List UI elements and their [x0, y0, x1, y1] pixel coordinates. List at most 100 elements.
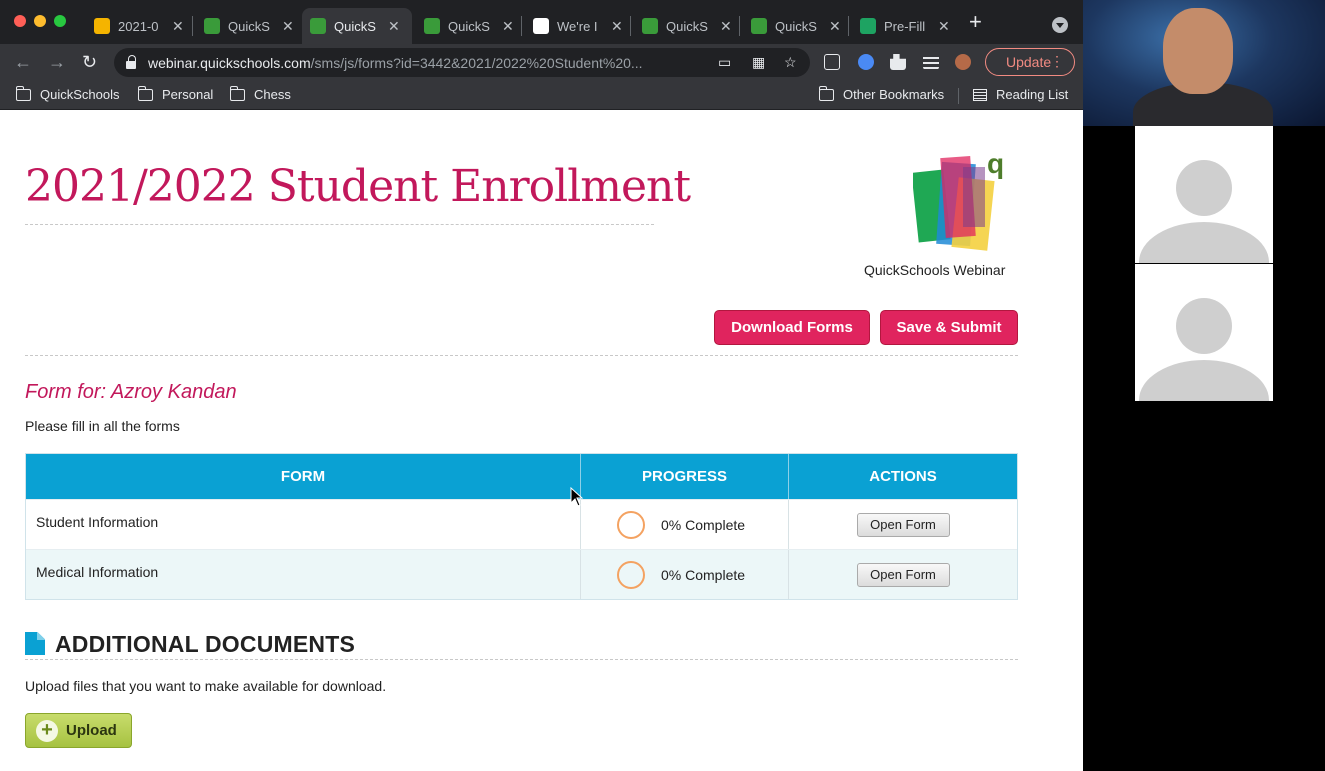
form-name-cell: Student Information	[26, 500, 581, 549]
upload-button[interactable]: + Upload	[25, 713, 132, 748]
avatar-placeholder-icon	[1176, 298, 1232, 354]
actions-cell: Open Form	[789, 500, 1017, 549]
profile-avatar[interactable]	[955, 54, 971, 70]
quickschools-favicon-icon	[204, 18, 220, 34]
participant-tile	[1135, 264, 1273, 401]
actions-cell: Open Form	[789, 550, 1017, 599]
close-tab-icon[interactable]: ✕	[172, 18, 184, 35]
divider	[25, 355, 1018, 356]
close-tab-icon[interactable]: ✕	[388, 18, 400, 35]
browser-tab[interactable]: QuickS ✕	[196, 8, 302, 44]
divider	[25, 659, 1018, 660]
browser-window: 2021-0 ✕ QuickS ✕ QuickS ✕ QuickS ✕ We'r…	[0, 0, 1083, 771]
reading-list[interactable]: Reading List	[973, 87, 1068, 102]
form-favicon-icon	[860, 18, 876, 34]
quickschools-favicon-icon	[424, 18, 440, 34]
open-form-button[interactable]: Open Form	[856, 512, 950, 537]
upload-description: Upload files that you want to make avail…	[25, 678, 387, 694]
table-header: FORM PROGRESS ACTIONS	[26, 454, 1017, 499]
maximize-window-button[interactable]	[54, 15, 66, 27]
browser-tab-active[interactable]: QuickS ✕	[302, 8, 412, 44]
presenter-face	[1163, 8, 1233, 94]
extensions-puzzle-icon[interactable]	[890, 54, 906, 70]
minimize-window-button[interactable]	[34, 15, 46, 27]
download-forms-button[interactable]: Download Forms	[714, 310, 870, 345]
close-tab-icon[interactable]: ✕	[720, 18, 732, 35]
reload-icon[interactable]: ↻	[82, 52, 97, 72]
bookmarks-bar: QuickSchools Personal Chess Other Bookma…	[0, 80, 1083, 110]
progress-ring-icon	[617, 560, 645, 589]
progress-text: 0% Complete	[661, 566, 746, 583]
instructions-text: Please fill in all the forms	[25, 418, 180, 434]
form-for-heading: Form for: Azroy Kandan	[25, 381, 237, 403]
folder-icon	[230, 85, 245, 101]
back-arrow-icon[interactable]: ←	[14, 52, 32, 72]
close-tab-icon[interactable]: ✕	[611, 18, 623, 35]
close-tab-icon[interactable]: ✕	[938, 18, 950, 35]
progress-text: 0% Complete	[661, 516, 746, 533]
avatar-placeholder-body	[1139, 222, 1269, 263]
more-menu-icon[interactable]: ⋮	[1050, 53, 1064, 70]
close-tab-icon[interactable]: ✕	[829, 18, 841, 35]
forward-arrow-icon[interactable]: →	[48, 52, 66, 72]
tab-search-icon[interactable]	[1052, 17, 1068, 33]
avatar-placeholder-icon	[1176, 160, 1232, 216]
bookmark-label: QuickSchools	[40, 87, 120, 102]
wix-favicon-icon	[533, 18, 549, 34]
web-page: 2021/2022 Student Enrollment q QuickScho…	[0, 111, 1083, 771]
browser-tab[interactable]: QuickS ✕	[416, 8, 522, 44]
browser-tab[interactable]: QuickS ✕	[634, 8, 740, 44]
cast-icon[interactable]: ▭	[718, 54, 731, 71]
bookmark-folder-personal[interactable]: Personal	[138, 85, 213, 102]
tab-title: QuickS	[228, 18, 270, 34]
other-bookmarks[interactable]: Other Bookmarks	[819, 85, 944, 102]
document-icon	[25, 632, 45, 655]
tab-bar: 2021-0 ✕ QuickS ✕ QuickS ✕ QuickS ✕ We'r…	[0, 0, 1083, 44]
avatar-placeholder-body	[1139, 360, 1269, 401]
close-window-button[interactable]	[14, 15, 26, 27]
reader-extension-icon[interactable]	[824, 54, 840, 70]
browser-tab[interactable]: We're I ✕	[525, 8, 631, 44]
browser-toolbar: ← → ↻ webinar.quickschools.com/sms/js/fo…	[0, 44, 1083, 80]
progress-cell: 0% Complete	[581, 550, 789, 599]
page-title: 2021/2022 Student Enrollment	[25, 161, 691, 212]
column-header-form: FORM	[26, 454, 581, 499]
bookmark-label: Reading List	[996, 87, 1069, 102]
browser-tab[interactable]: Pre-Fill ✕	[852, 8, 958, 44]
close-tab-icon[interactable]: ✕	[502, 18, 514, 35]
folder-icon	[138, 85, 153, 101]
additional-documents-heading: ADDITIONAL DOCUMENTS	[55, 631, 356, 657]
update-button[interactable]: Update ⋮	[985, 48, 1075, 76]
tab-title: 2021-0	[118, 18, 159, 34]
password-extension-icon[interactable]	[858, 54, 874, 70]
quickschools-favicon-icon	[310, 18, 326, 34]
new-tab-icon[interactable]: +	[969, 11, 982, 33]
table-row: Student Information 0% Complete Open For…	[26, 499, 1017, 549]
bookmark-star-icon[interactable]: ☆	[784, 54, 797, 71]
close-tab-icon[interactable]: ✕	[282, 18, 294, 35]
browser-tab[interactable]: 2021-0 ✕	[86, 8, 192, 44]
bookmark-folder-quickschools[interactable]: QuickSchools	[16, 85, 120, 102]
qr-code-icon[interactable]: ▦	[752, 54, 765, 71]
tab-title: QuickS	[775, 18, 817, 34]
screen: 2021-0 ✕ QuickS ✕ QuickS ✕ QuickS ✕ We'r…	[0, 0, 1325, 771]
folder-icon	[16, 85, 31, 101]
folder-icon	[819, 85, 834, 101]
divider	[25, 224, 654, 225]
address-bar[interactable]: webinar.quickschools.com/sms/js/forms?id…	[114, 48, 810, 77]
browser-tab[interactable]: QuickS ✕	[743, 8, 849, 44]
form-name-cell: Medical Information	[26, 550, 581, 599]
quickschools-favicon-icon	[751, 18, 767, 34]
upload-label: Upload	[66, 722, 117, 739]
presenter-video	[1083, 0, 1325, 126]
bookmark-folder-chess[interactable]: Chess	[230, 85, 291, 102]
open-form-button[interactable]: Open Form	[856, 562, 950, 587]
save-submit-button[interactable]: Save & Submit	[880, 310, 1018, 345]
column-header-actions: ACTIONS	[869, 468, 937, 485]
tab-title: QuickS	[334, 18, 376, 34]
svg-text:q: q	[987, 149, 1004, 179]
media-queue-icon[interactable]	[923, 54, 939, 70]
url-text[interactable]: webinar.quickschools.com/sms/js/forms?id…	[148, 55, 708, 71]
quickschools-favicon-icon	[642, 18, 658, 34]
tab-title: Pre-Fill	[884, 18, 926, 34]
